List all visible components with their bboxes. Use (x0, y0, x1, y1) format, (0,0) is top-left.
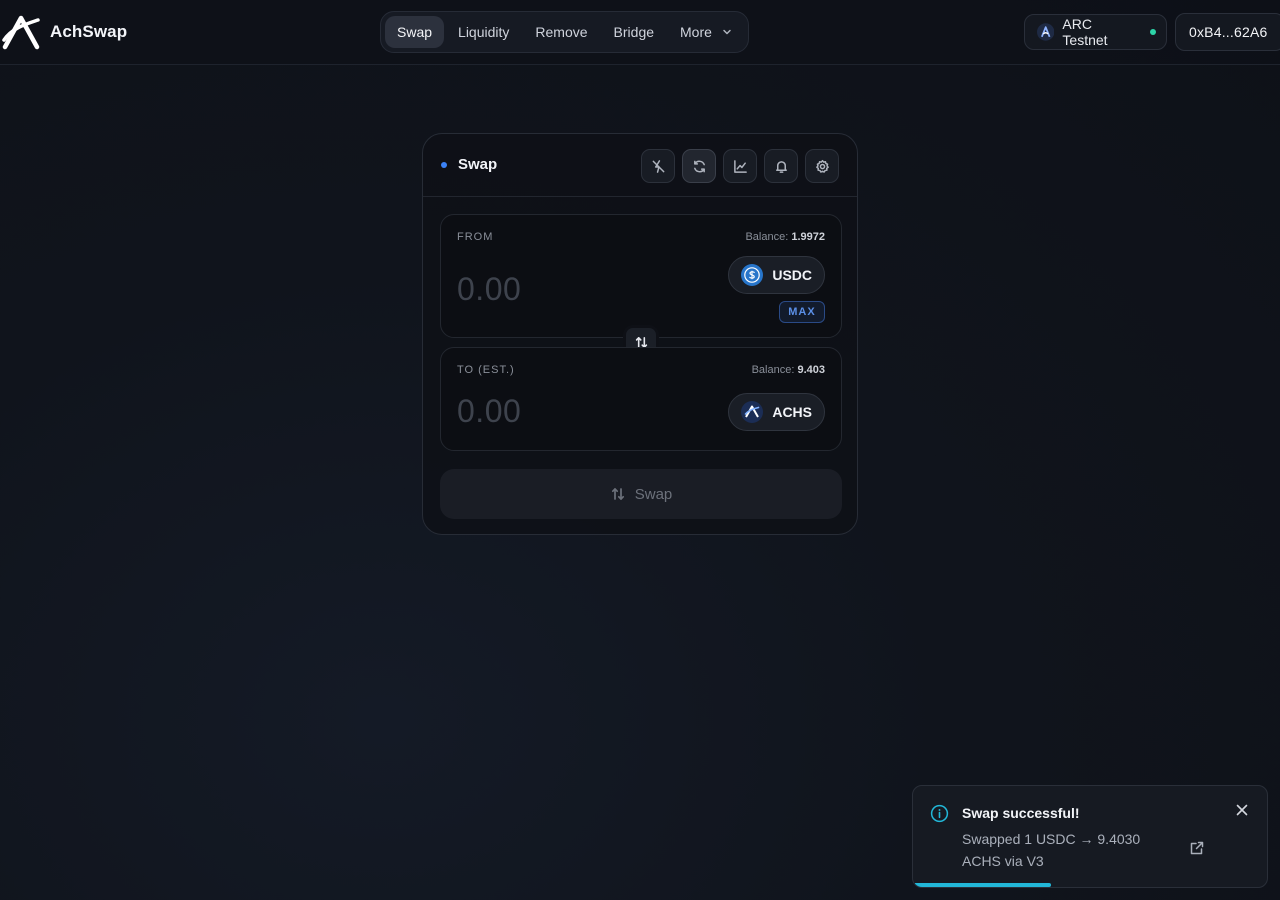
swap-card-header: Swap (423, 134, 857, 197)
swap-title-text: Swap (458, 156, 498, 173)
swap-card: Swap FROM Balance: 1.9972 0.00 USDC MAX … (422, 133, 858, 535)
settings-gear-icon (815, 159, 829, 173)
routing-off-icon (652, 159, 664, 173)
refresh-icon (693, 160, 705, 172)
info-icon (930, 804, 949, 823)
to-panel: TO (EST.) Balance: 9.403 0.00 ACHS (440, 347, 842, 451)
max-label: MAX (788, 306, 816, 318)
app-logo[interactable]: AchSwap (2, 14, 127, 50)
bell-icon (775, 160, 787, 173)
network-label: ARC Testnet (1062, 16, 1108, 48)
from-balance-label: Balance: (745, 231, 789, 243)
chart-button[interactable] (723, 149, 757, 183)
swap-submit-label: Swap (634, 485, 673, 503)
to-amount-input[interactable]: 0.00 (457, 393, 521, 430)
achswap-logo-icon (2, 15, 40, 50)
refresh-button[interactable] (682, 149, 716, 183)
network-status-dot (1150, 29, 1156, 35)
toast-message: Swapped 1 USDC → 9.4030 ACHS via V3 (962, 831, 1141, 869)
to-label: TO (EST.) (457, 364, 515, 376)
title-dot (441, 161, 447, 168)
from-balance: Balance: 1.9972 (745, 231, 825, 243)
swap-card-title: Swap (441, 156, 497, 173)
max-button[interactable]: MAX (779, 301, 825, 323)
alerts-button[interactable] (764, 149, 798, 183)
swap-toolbar (641, 149, 839, 183)
nav-more-label: More (680, 24, 712, 40)
top-header: AchSwap Swap Liquidity Remove Bridge Mor… (0, 0, 1280, 65)
nav-more[interactable]: More (668, 16, 744, 48)
close-icon[interactable] (1235, 803, 1249, 817)
main-nav: Swap Liquidity Remove Bridge More (380, 11, 749, 53)
app-name: AchSwap (50, 22, 128, 41)
settings-button[interactable] (805, 149, 839, 183)
nav-remove-label: Remove (535, 24, 588, 40)
nav-bridge[interactable]: Bridge (602, 16, 666, 48)
chevron-down-icon (723, 29, 731, 35)
achs-token-icon (741, 401, 764, 423)
usdc-token-icon (741, 264, 764, 286)
from-balance-value: 1.9972 (791, 231, 825, 243)
success-toast: Swap successful! Swapped 1 USDC → 9.4030… (912, 785, 1268, 888)
swap-submit-button[interactable]: Swap (440, 469, 842, 519)
arc-network-icon (1037, 23, 1055, 41)
swap-arrows-icon (611, 488, 624, 500)
from-label: FROM (457, 231, 494, 243)
nav-swap[interactable]: Swap (385, 16, 445, 48)
nav-liquidity-label: Liquidity (458, 24, 510, 40)
toast-title: Swap successful! (962, 805, 1080, 821)
nav-remove[interactable]: Remove (523, 16, 599, 48)
nav-liquidity[interactable]: Liquidity (446, 16, 521, 48)
chart-icon (733, 159, 747, 173)
from-token-symbol: USDC (772, 267, 812, 283)
to-balance-label: Balance: (751, 364, 795, 376)
wallet-address-button[interactable]: 0xB4...62A6 (1175, 13, 1280, 51)
wallet-address: 0xB4...62A6 (1189, 24, 1268, 40)
to-balance: Balance: 9.403 (752, 364, 825, 376)
toast-progress-bar (915, 883, 1051, 887)
nav-bridge-label: Bridge (613, 24, 655, 40)
from-panel: FROM Balance: 1.9972 0.00 USDC MAX (440, 214, 842, 338)
to-balance-value: 9.403 (797, 364, 825, 376)
to-token-selector[interactable]: ACHS (728, 393, 825, 431)
to-token-symbol: ACHS (772, 404, 812, 420)
from-amount-input[interactable]: 0.00 (457, 271, 521, 308)
nav-swap-label: Swap (397, 24, 433, 40)
from-token-selector[interactable]: USDC (728, 256, 825, 294)
external-link-icon[interactable] (1189, 840, 1205, 856)
network-selector[interactable]: ARC Testnet (1024, 14, 1167, 50)
routing-toggle-button[interactable] (641, 149, 675, 183)
